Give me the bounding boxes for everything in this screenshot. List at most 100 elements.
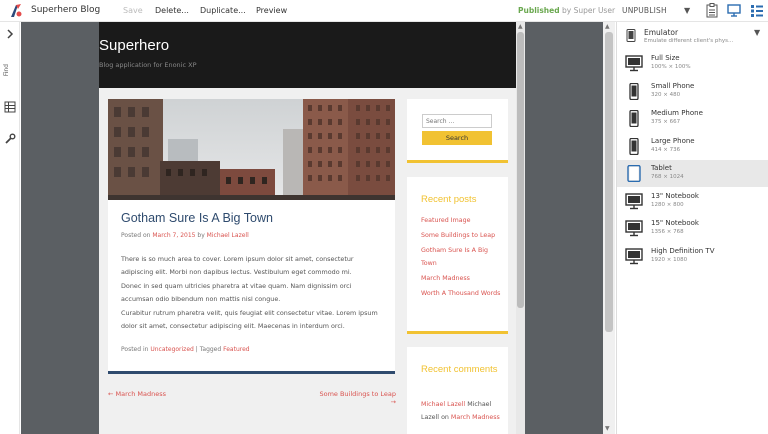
prev-post-link[interactable]: ← March Madness [108, 390, 166, 398]
status-published: Published [518, 6, 560, 15]
post-author-link[interactable]: Michael Lazell [207, 232, 249, 239]
wrench-icon[interactable] [3, 132, 17, 146]
page-settings-icon[interactable] [705, 3, 719, 18]
post-meta: Posted on March 7, 2015 by Michael Lazel… [121, 232, 249, 239]
phone-icon [625, 82, 643, 100]
recent-post-link[interactable]: Gotham Sure Is A Big Town [421, 244, 501, 270]
recent-post-link[interactable]: Featured Image [421, 214, 501, 227]
app-window: Superhero Blog Save Delete... Duplicate.… [0, 0, 768, 434]
search-input[interactable] [422, 114, 492, 128]
device-size: 768 × 1024 [651, 174, 684, 180]
device-option[interactable]: Medium Phone 375 × 667 [617, 105, 768, 132]
monitor-icon [625, 192, 643, 210]
device-size: 1280 × 800 [651, 201, 684, 208]
device-option[interactable]: 15" Notebook 1356 × 768 [617, 215, 768, 242]
delete-button[interactable]: Delete... [155, 6, 189, 15]
top-toolbar: Superhero Blog Save Delete... Duplicate.… [0, 0, 768, 22]
device-name: Large Phone [651, 136, 695, 145]
comment-author-link[interactable]: Michael Lazell [421, 401, 465, 408]
tagged-label: Tagged [199, 346, 222, 353]
emulator-toggle-icon[interactable] [727, 3, 741, 18]
page-scroll-up-icon[interactable]: ▲ [605, 23, 610, 30]
post-body-paragraph: There is so much area to cover. Lorem ip… [121, 255, 354, 277]
post-footer: Posted in Uncategorized | Tagged Feature… [121, 346, 250, 353]
emulator-header[interactable]: Emulator Emulate different client's phys… [617, 22, 768, 48]
duplicate-button[interactable]: Duplicate... [200, 6, 246, 15]
device-size: 375 × 667 [651, 119, 681, 125]
phone-icon [625, 137, 643, 155]
phone-icon [625, 109, 643, 128]
save-button[interactable]: Save [123, 6, 143, 15]
post-card: Gotham Sure Is A Big Town Posted on Marc… [108, 99, 395, 374]
find-panel-tab[interactable]: Find [3, 64, 17, 76]
device-name: Medium Phone [651, 109, 703, 117]
preview-button[interactable]: Preview [256, 6, 287, 15]
site-header: Superhero Blog application for Enonic XP [99, 22, 516, 88]
left-rail: Find [0, 22, 20, 434]
recent-comments-widget: Recent comments Michael Lazell Michael L… [407, 347, 508, 434]
phone-icon [626, 29, 636, 42]
site-preview-frame: Superhero Blog application for Enonic XP [99, 22, 516, 434]
post-featured-image [108, 99, 395, 200]
search-button[interactable]: Search [422, 131, 492, 145]
recent-post-link[interactable]: March Madness [421, 272, 501, 285]
recent-posts-widget: Recent posts Featured Image Some Buildin… [407, 177, 508, 334]
monitor-icon [625, 247, 643, 265]
post-title[interactable]: Gotham Sure Is A Big Town [121, 211, 273, 225]
grid-icon[interactable] [3, 100, 17, 114]
site-subtitle: Blog application for Enonic XP [99, 61, 197, 69]
post-body-paragraph: Donec in sed quam ultricies pharetra at … [121, 281, 352, 304]
tablet-icon [625, 164, 643, 183]
unpublish-button[interactable]: UNPUBLISH [622, 6, 667, 15]
device-size: 414 × 736 [651, 146, 681, 153]
preview-scrollbar[interactable]: ▲ [516, 22, 525, 434]
monitor-icon [625, 55, 643, 72]
device-size: 1356 × 768 [651, 229, 684, 235]
next-post-link[interactable]: Some Buildings to Leap → [313, 390, 396, 406]
chevron-down-icon[interactable]: ▼ [754, 28, 760, 37]
tag-link[interactable]: Featured [223, 346, 249, 353]
page-scrollbar-thumb[interactable] [605, 32, 613, 332]
preview-scrollbar-thumb[interactable] [517, 32, 524, 308]
post-meta-by: by [197, 232, 205, 239]
device-option[interactable]: Small Phone 320 × 480 [617, 78, 768, 105]
publish-status: Published by Super User [518, 6, 615, 15]
recent-post-link[interactable]: Some Buildings to Leap [421, 229, 501, 242]
emulator-panel: Emulator Emulate different client's phys… [616, 22, 768, 434]
post-body-paragraph: Curabitur rutrum pharetra velit, quis fe… [121, 308, 378, 331]
device-option[interactable]: Full Size 100% × 100% [617, 50, 768, 77]
post-meta-prefix: Posted on [121, 232, 151, 239]
scroll-up-icon[interactable]: ▲ [518, 23, 523, 30]
device-option[interactable]: Tablet 768 × 1024 [617, 160, 768, 187]
app-logo-icon [11, 4, 22, 17]
device-name: Tablet [651, 164, 672, 172]
device-size: 1920 × 1080 [651, 256, 688, 263]
device-name: Full Size [651, 54, 680, 62]
components-toggle-icon[interactable] [750, 3, 764, 18]
category-link[interactable]: Uncategorized [150, 346, 193, 353]
device-option[interactable]: 13" Notebook 1280 × 800 [617, 188, 768, 215]
device-option[interactable]: High Definition TV 1920 × 1080 [617, 243, 768, 270]
recent-post-link[interactable]: Worth A Thousand Words [421, 287, 501, 300]
app-title: Superhero Blog [31, 5, 101, 15]
device-size: 100% × 100% [651, 64, 691, 70]
recent-comment-item: Michael Lazell Michael Lazell on March M… [421, 398, 501, 424]
device-name: High Definition TV [651, 246, 715, 255]
comment-post-link[interactable]: March Madness [451, 414, 500, 421]
device-name: Small Phone [651, 81, 695, 90]
emulator-title: Emulator [644, 28, 679, 37]
search-widget: Search [407, 99, 508, 163]
footer-separator: | [195, 346, 198, 353]
device-option[interactable]: Large Phone 414 × 736 [617, 133, 768, 160]
site-title[interactable]: Superhero [99, 37, 169, 54]
comment-on: on [441, 414, 449, 421]
expand-chevron-right-icon[interactable] [3, 27, 17, 41]
post-body: There is so much area to cover. Lorem ip… [121, 253, 383, 333]
post-date-link[interactable]: March 7, 2015 [152, 232, 195, 239]
publish-menu-chevron-icon[interactable]: ▼ [684, 6, 690, 15]
page-scroll-down-icon[interactable]: ▼ [605, 425, 610, 432]
status-by: by Super User [562, 6, 616, 15]
recent-posts-title: Recent posts [421, 194, 477, 205]
monitor-icon [625, 220, 643, 237]
page-scrollbar[interactable]: ▲ ▼ [603, 22, 615, 434]
